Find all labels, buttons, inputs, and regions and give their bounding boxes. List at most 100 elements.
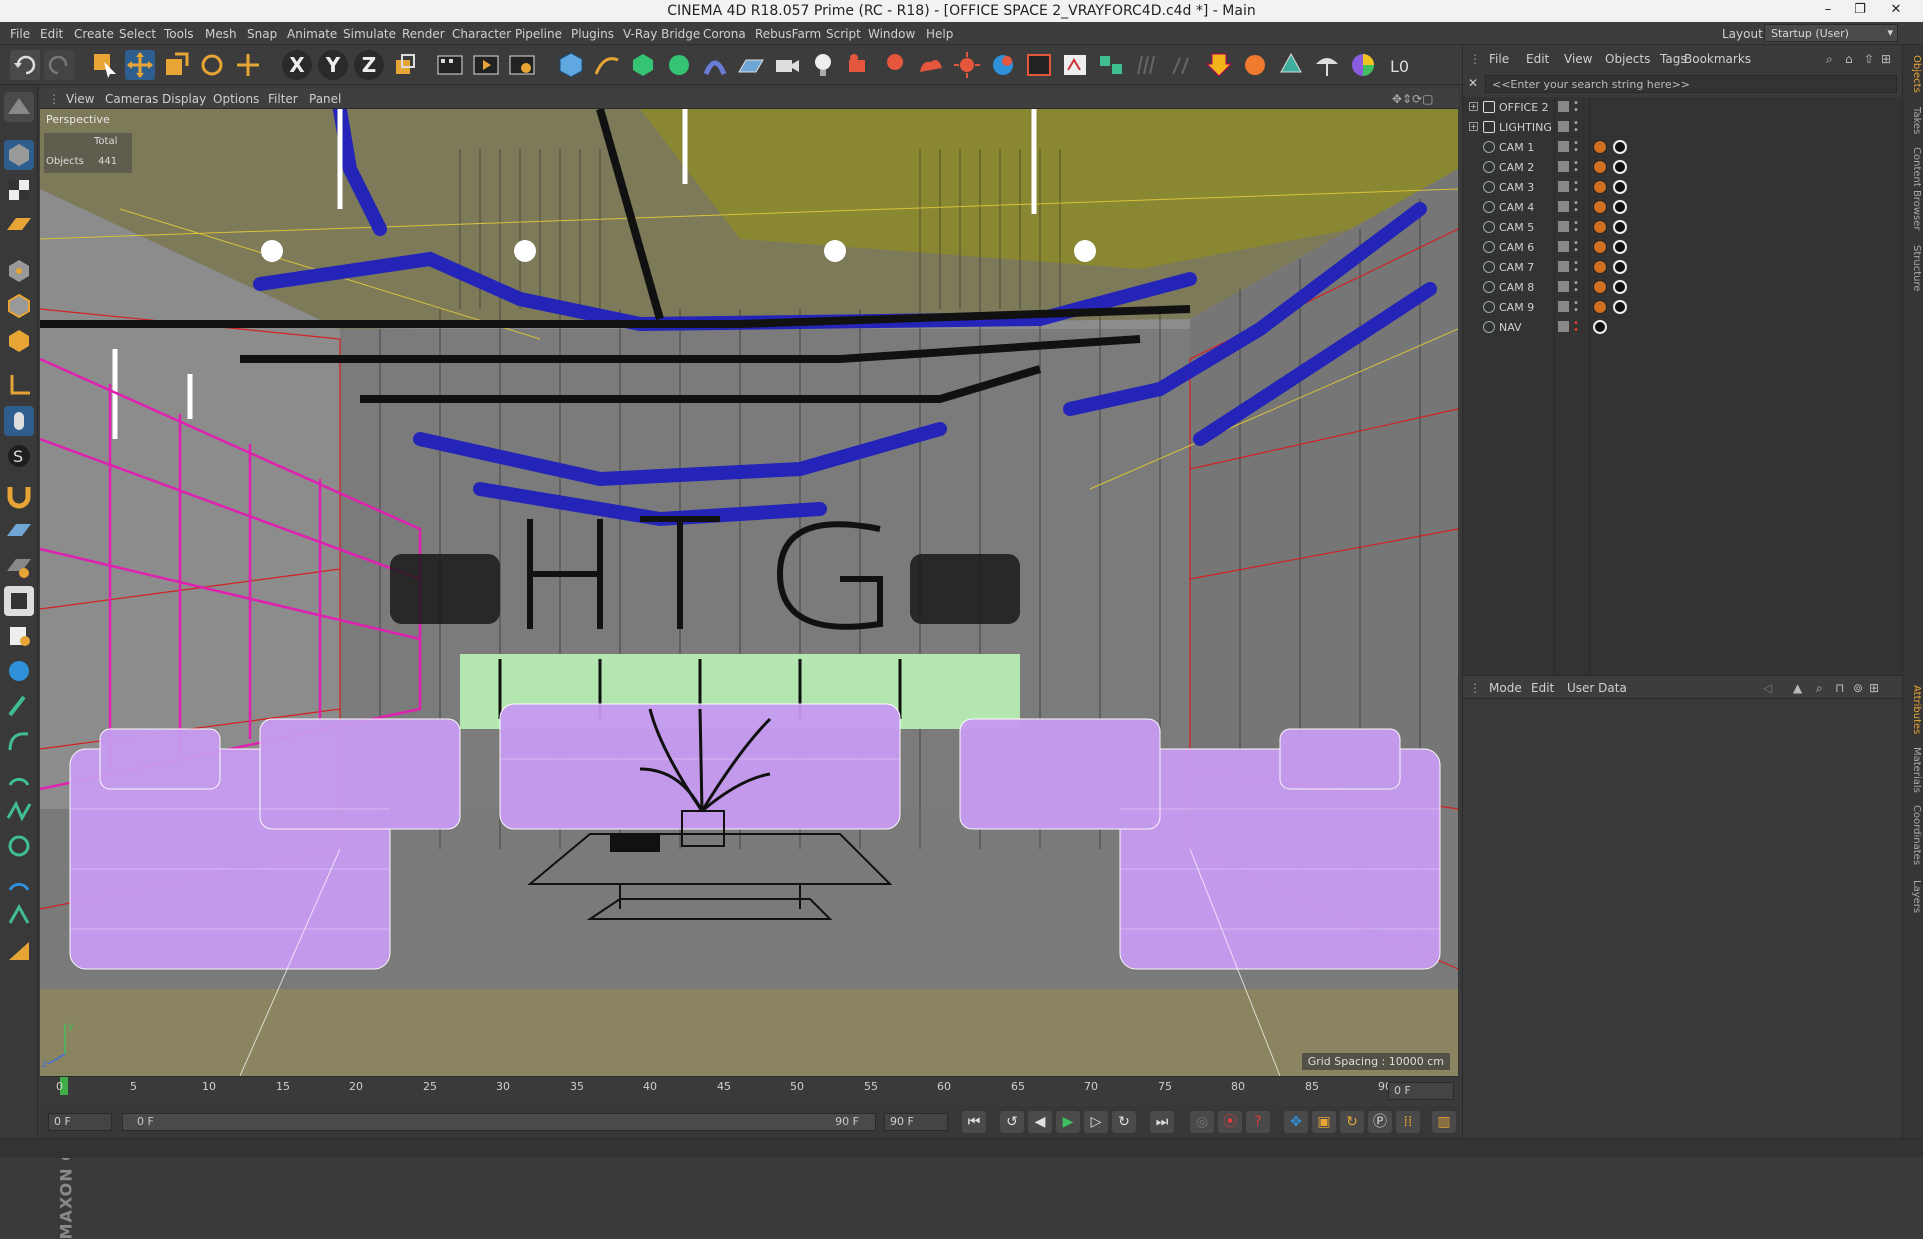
rotate-tool-icon[interactable] (197, 50, 227, 80)
visibility-dots-icon[interactable]: • • (1573, 99, 1579, 116)
next-key-icon[interactable]: ↻ (1112, 1111, 1136, 1133)
visibility-dots-icon[interactable]: • • (1573, 119, 1579, 136)
object-name[interactable]: CAM 1 (1499, 141, 1534, 154)
camera-tag-icon[interactable] (1613, 280, 1627, 294)
camera-tag-icon[interactable] (1613, 180, 1627, 194)
am-menu-user-data[interactable]: User Data (1567, 681, 1627, 695)
vray-sun-icon[interactable] (952, 50, 982, 80)
magnet-icon[interactable] (4, 481, 34, 511)
visibility-dots-icon[interactable]: • • (1573, 159, 1579, 176)
light-icon[interactable] (808, 50, 838, 80)
object-name[interactable]: NAV (1499, 321, 1522, 334)
layer-visibility-icon[interactable] (1558, 141, 1569, 152)
phong-tag-icon[interactable] (1593, 300, 1607, 314)
menu-render[interactable]: Render (402, 27, 445, 41)
object-row-cam-1[interactable]: CAM 1 • • (1463, 137, 1903, 157)
menu-corona[interactable]: Corona (703, 27, 746, 41)
vray-environment-icon[interactable] (1312, 50, 1342, 80)
visibility-dots-icon[interactable]: • • (1573, 259, 1579, 276)
camera-tag-icon[interactable] (1613, 200, 1627, 214)
render-to-picture-viewer-icon[interactable] (471, 50, 501, 80)
subdivision-surface-icon[interactable] (628, 50, 658, 80)
object-row-office-2[interactable]: + OFFICE 2 • • (1463, 97, 1903, 117)
side-tab-attributes[interactable]: Attributes (1905, 685, 1922, 734)
deformer-icon[interactable] (700, 50, 730, 80)
render-view-icon[interactable] (435, 50, 465, 80)
om-home-icon[interactable]: ⌂ (1845, 52, 1853, 66)
phong-tag-icon[interactable] (1593, 140, 1607, 154)
brush-icon[interactable] (4, 691, 34, 721)
current-frame-field[interactable]: 0 F (1388, 1082, 1454, 1100)
layer-visibility-icon[interactable] (1558, 281, 1569, 292)
sculpt-icon[interactable] (4, 621, 34, 651)
object-name[interactable]: CAM 9 (1499, 301, 1534, 314)
object-name[interactable]: CAM 2 (1499, 161, 1534, 174)
am-settings-icon[interactable]: ⊚ (1853, 681, 1863, 695)
vray-light-icon[interactable] (880, 50, 910, 80)
viewport-menu-display[interactable]: Display (162, 92, 206, 106)
object-row-cam-7[interactable]: CAM 7 • • (1463, 257, 1903, 277)
am-menu-mode[interactable]: Mode (1489, 681, 1522, 695)
vray-material-icon[interactable] (988, 50, 1018, 80)
camera-tag-icon[interactable] (1613, 220, 1627, 234)
texture-mode-icon[interactable] (4, 175, 34, 205)
camera-tag-icon[interactable] (1593, 320, 1607, 334)
viewport-menu-filter[interactable]: Filter (268, 92, 298, 106)
menu-tools[interactable]: Tools (164, 27, 194, 41)
visibility-dots-icon[interactable]: • • (1573, 139, 1579, 156)
menu-rebusfarm[interactable]: RebusFarm (755, 27, 821, 41)
object-row-cam-8[interactable]: CAM 8 • • (1463, 277, 1903, 297)
vray-camera-icon[interactable] (844, 50, 874, 80)
make-editable-icon[interactable] (4, 92, 34, 122)
timeline-ruler[interactable]: 0 5 10 15 20 25 30 35 40 45 50 55 60 65 … (40, 1076, 1458, 1106)
tweak-mode-icon[interactable] (4, 406, 34, 436)
object-row-cam-9[interactable]: CAM 9 • • (1463, 297, 1903, 317)
paint-icon[interactable] (4, 586, 34, 616)
side-tab-materials[interactable]: Materials (1905, 747, 1922, 793)
am-back-icon[interactable]: ◁ (1763, 681, 1772, 695)
search-clear-icon[interactable]: ✕ (1468, 76, 1478, 90)
start-frame-field[interactable]: 0 F (48, 1113, 112, 1131)
menu-vray-bridge[interactable]: V-Ray Bridge (623, 27, 700, 41)
extrude-tool-icon[interactable] (4, 831, 34, 861)
frame-ruler[interactable]: 0 5 10 15 20 25 30 35 40 45 50 55 60 65 … (50, 1077, 1392, 1105)
menu-mesh[interactable]: Mesh (205, 27, 237, 41)
visibility-dots-icon[interactable]: • • (1573, 179, 1579, 196)
viewport-menu-cameras[interactable]: Cameras (105, 92, 158, 106)
redo-icon[interactable] (44, 50, 74, 80)
am-menu-edit[interactable]: Edit (1531, 681, 1554, 695)
object-row-lighting[interactable]: + LIGHTING • • (1463, 117, 1903, 137)
edges-mode-icon[interactable] (4, 291, 34, 321)
vray-frame-buffer-icon[interactable] (1024, 50, 1054, 80)
enable-snap-icon[interactable]: S (4, 441, 34, 471)
am-lock-icon[interactable]: ⊓ (1835, 681, 1844, 695)
previous-frame-icon[interactable]: ◀ (1028, 1111, 1052, 1133)
phong-tag-icon[interactable] (1593, 260, 1607, 274)
next-frame-icon[interactable]: ▷ (1084, 1111, 1108, 1133)
layer-visibility-icon[interactable] (1558, 161, 1569, 172)
om-menu-objects[interactable]: Objects (1605, 52, 1650, 66)
visibility-dots-icon[interactable]: • • (1573, 299, 1579, 316)
vray-proxy-icon[interactable] (1096, 50, 1126, 80)
menu-window[interactable]: Window (868, 27, 915, 41)
perspective-viewport[interactable]: y z Perspective Total Objects 441 Grid S… (40, 109, 1458, 1076)
visibility-dots-icon[interactable]: • • (1573, 199, 1579, 216)
om-search-icon[interactable]: ⌕ (1826, 52, 1833, 67)
menu-pipeline[interactable]: Pipeline (515, 27, 562, 41)
object-search-input[interactable]: <<Enter your search string here>> (1485, 75, 1897, 93)
camera-tag-icon[interactable] (1613, 300, 1627, 314)
menu-file[interactable]: File (10, 27, 30, 41)
menu-character[interactable]: Character (452, 27, 511, 41)
menu-simulate[interactable]: Simulate (343, 27, 396, 41)
camera-icon[interactable] (772, 50, 802, 80)
side-tab-structure[interactable]: Structure (1905, 245, 1922, 292)
viewport-menu-panel[interactable]: Panel (309, 92, 341, 106)
render-settings-icon[interactable] (507, 50, 537, 80)
menu-create[interactable]: Create (74, 27, 114, 41)
layer-visibility-icon[interactable] (1558, 321, 1569, 332)
locked-workplane-icon[interactable] (4, 516, 34, 546)
menu-help[interactable]: Help (926, 27, 953, 41)
planar-workplane-icon[interactable] (4, 551, 34, 581)
arc-tool-icon[interactable] (4, 761, 34, 791)
side-tab-takes[interactable]: Takes (1905, 107, 1922, 134)
